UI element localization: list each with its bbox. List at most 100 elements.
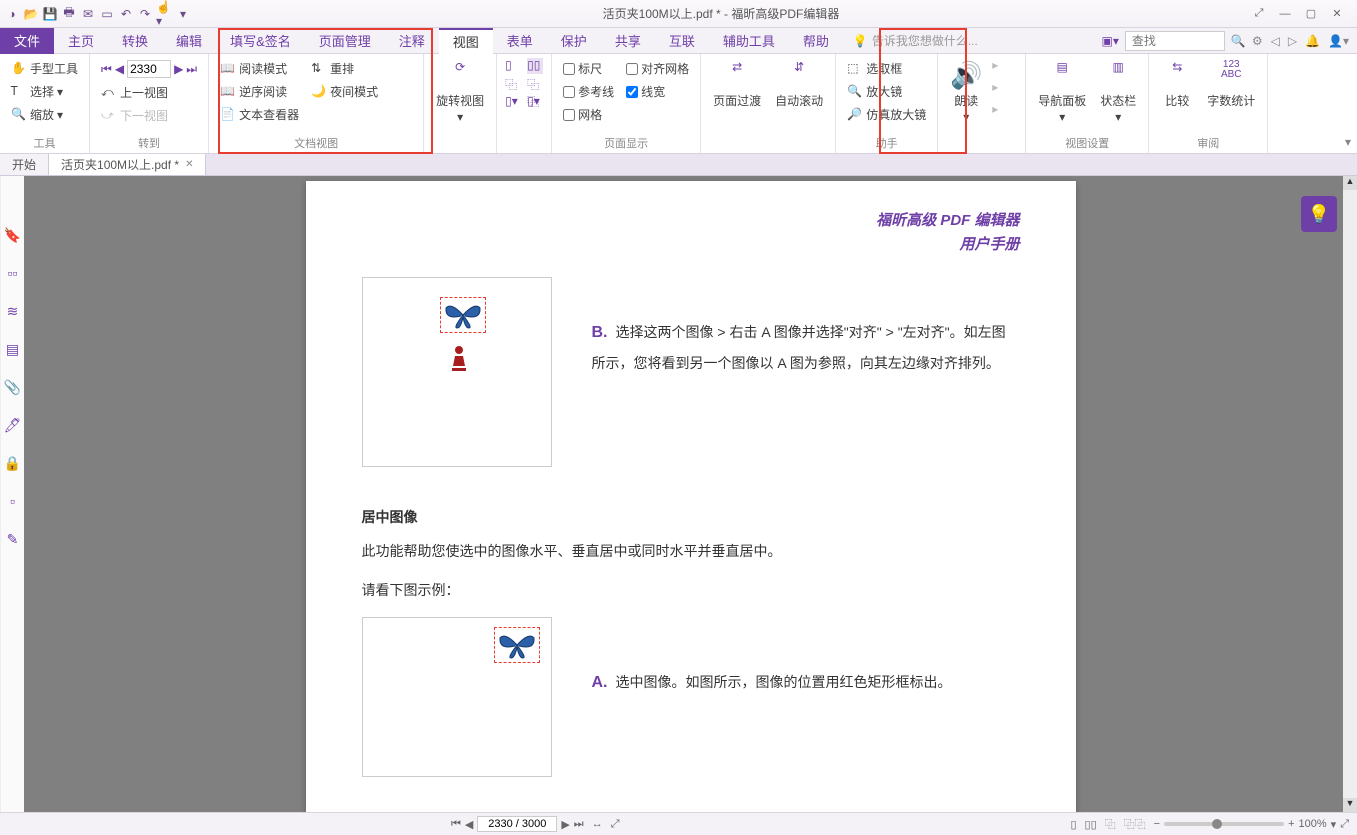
grid-check[interactable]: 网格 (560, 104, 617, 125)
close-icon[interactable]: ✕ (1329, 6, 1345, 22)
read-aloud[interactable]: 🔊朗读▾ (946, 58, 986, 127)
two-page-icon[interactable]: ▯▯ (527, 58, 543, 74)
qat-more-icon[interactable]: ▾ (175, 6, 191, 22)
next-page-icon[interactable]: ▶ (561, 818, 569, 831)
reverse-reading[interactable]: 📖逆序阅读 (217, 81, 302, 102)
nav-panels[interactable]: ▤导航面板▾ (1034, 58, 1090, 127)
two-cont-icon[interactable]: ⿻⿻ (527, 76, 543, 92)
gear-icon[interactable]: ⚙ (1252, 34, 1263, 48)
email-icon[interactable]: ✉ (80, 6, 96, 22)
page-input[interactable] (127, 60, 171, 78)
tab-fillsign[interactable]: 填写&签名 (216, 28, 305, 54)
doctab-start[interactable]: 开始 (0, 154, 49, 175)
undo-icon[interactable]: ↶ (118, 6, 134, 22)
tab-connect[interactable]: 互联 (655, 28, 709, 54)
fit-page-icon[interactable]: ⤢ (611, 818, 620, 831)
attachments-icon[interactable]: 📎 (4, 378, 22, 396)
close-tab-icon[interactable]: ✕ (185, 159, 193, 170)
bookmarks-icon[interactable]: 🔖 (4, 226, 22, 244)
articles-icon[interactable]: ▫ (4, 492, 22, 510)
read-opt2-icon[interactable]: ▸ (992, 80, 1008, 96)
nav-back-icon[interactable]: ◁ (1271, 34, 1280, 48)
bookmark-icon[interactable]: ▭ (99, 6, 115, 22)
snap-check[interactable]: 对齐网格 (623, 58, 692, 79)
comments-icon[interactable]: ▤ (4, 340, 22, 358)
pages-icon[interactable]: ▫▫ (4, 264, 22, 282)
tab-view[interactable]: 视图 (439, 28, 493, 54)
zoom-in-icon[interactable]: + (1288, 818, 1294, 830)
zoom-out-icon[interactable]: − (1154, 818, 1160, 830)
signatures-icon[interactable]: 🖊 (4, 416, 22, 434)
continuous-icon[interactable]: ⿻ (505, 76, 521, 92)
reflow[interactable]: ⇅重排 (308, 58, 381, 79)
facing-icon[interactable]: ▯▾ (505, 94, 521, 110)
page-jump-input[interactable] (477, 816, 557, 832)
status-bar-toggle[interactable]: ▥状态栏▾ (1096, 58, 1140, 127)
zoom-slider[interactable] (1164, 822, 1284, 826)
zoom-dropdown-icon[interactable]: ▾ (1331, 818, 1337, 831)
tab-comment[interactable]: 注释 (385, 28, 439, 54)
tab-help[interactable]: 帮助 (789, 28, 843, 54)
first-page-icon[interactable]: ⏮ (451, 818, 461, 831)
doctab-file[interactable]: 活页夹100M以上.pdf *✕ (49, 154, 206, 175)
lineweight-check[interactable]: 线宽 (623, 81, 692, 102)
hint-bulb[interactable]: 💡 (1301, 196, 1337, 232)
prev-page-icon[interactable]: ◀ (465, 818, 473, 831)
scroll-down-icon[interactable]: ▼ (1343, 798, 1357, 812)
redo-icon[interactable]: ↷ (137, 6, 153, 22)
last-page-icon[interactable]: ⏭ (574, 818, 584, 831)
min-ribbon-icon[interactable]: ⤢ (1251, 6, 1267, 22)
next-view[interactable]: ⤻下一视图 (98, 105, 200, 126)
nav-fwd-icon[interactable]: ▷ (1288, 34, 1297, 48)
reading-mode[interactable]: 📖阅读模式 (217, 58, 302, 79)
coverpage-icon[interactable]: ▯▾ (527, 94, 543, 110)
loupe[interactable]: 🔎仿真放大镜 (844, 104, 929, 125)
page-transition[interactable]: ⇄页面过渡 (709, 58, 765, 110)
tell-me[interactable]: 💡告诉我您想做什么... (853, 32, 978, 49)
ruler-check[interactable]: 标尺 (560, 58, 617, 79)
read-opt3-icon[interactable]: ▸ (992, 102, 1008, 118)
minimize-icon[interactable]: — (1277, 6, 1293, 22)
tab-form[interactable]: 表单 (493, 28, 547, 54)
view-mode-4-icon[interactable]: ⿻⿻ (1124, 816, 1146, 832)
layers-icon[interactable]: ≋ (4, 302, 22, 320)
view-mode-1-icon[interactable]: ▯ (1070, 818, 1076, 831)
bell-icon[interactable]: 🔔 (1305, 34, 1320, 48)
read-opt1-icon[interactable]: ▸ (992, 58, 1008, 74)
save-icon[interactable]: 💾 (42, 6, 58, 22)
fit-width-icon[interactable]: ↔ (592, 818, 603, 830)
word-count[interactable]: 123ABC字数统计 (1203, 58, 1259, 110)
tab-accessibility[interactable]: 辅助工具 (709, 28, 789, 54)
tab-edit[interactable]: 编辑 (162, 28, 216, 54)
user-icon[interactable]: 👤▾ (1328, 34, 1349, 48)
maximize-icon[interactable]: ▢ (1303, 6, 1319, 22)
tab-convert[interactable]: 转换 (108, 28, 162, 54)
magnifier[interactable]: 🔍放大镜 (844, 81, 929, 102)
text-viewer[interactable]: 📄文本查看器 (217, 104, 302, 125)
skin-icon[interactable]: ▣▾ (1102, 34, 1119, 48)
select-tool[interactable]: Ꭲ选择▾ (8, 81, 81, 102)
hand-icon[interactable]: ☝▾ (156, 6, 172, 22)
scroll-up-icon[interactable]: ▲ (1343, 176, 1357, 190)
hand-tool[interactable]: ✋手型工具 (8, 58, 81, 79)
rotate-view[interactable]: ⟳旋转视图▾ (432, 58, 488, 127)
view-mode-2-icon[interactable]: ▯▯ (1085, 818, 1097, 831)
page-canvas[interactable]: 福昕高级 PDF 编辑器 用户手册 B.选择这两个图像 > 右击 A 图像并选择… (24, 176, 1357, 812)
open-icon[interactable]: 📂 (23, 6, 39, 22)
tab-share[interactable]: 共享 (601, 28, 655, 54)
fullscreen-icon[interactable]: ⤢ (1340, 818, 1349, 831)
ribbon-collapse-icon[interactable]: ▾ (1345, 135, 1351, 149)
view-mode-3-icon[interactable]: ⿻ (1105, 816, 1116, 832)
auto-scroll[interactable]: ⇵自动滚动 (771, 58, 827, 110)
nav-first[interactable]: ⏮◀▶⏭ (98, 58, 200, 80)
security-icon[interactable]: 🔒 (4, 454, 22, 472)
night-mode[interactable]: 🌙夜间模式 (308, 81, 381, 102)
tags-icon[interactable]: ✎ (4, 530, 22, 548)
compare[interactable]: ⇆比较 (1157, 58, 1197, 110)
tab-home[interactable]: 主页 (54, 28, 108, 54)
search-input[interactable] (1125, 31, 1225, 51)
tab-pagemgmt[interactable]: 页面管理 (305, 28, 385, 54)
single-page-icon[interactable]: ▯ (505, 58, 521, 74)
search-icon[interactable]: 🔍 (1231, 34, 1246, 48)
file-menu[interactable]: 文件 (0, 28, 54, 54)
